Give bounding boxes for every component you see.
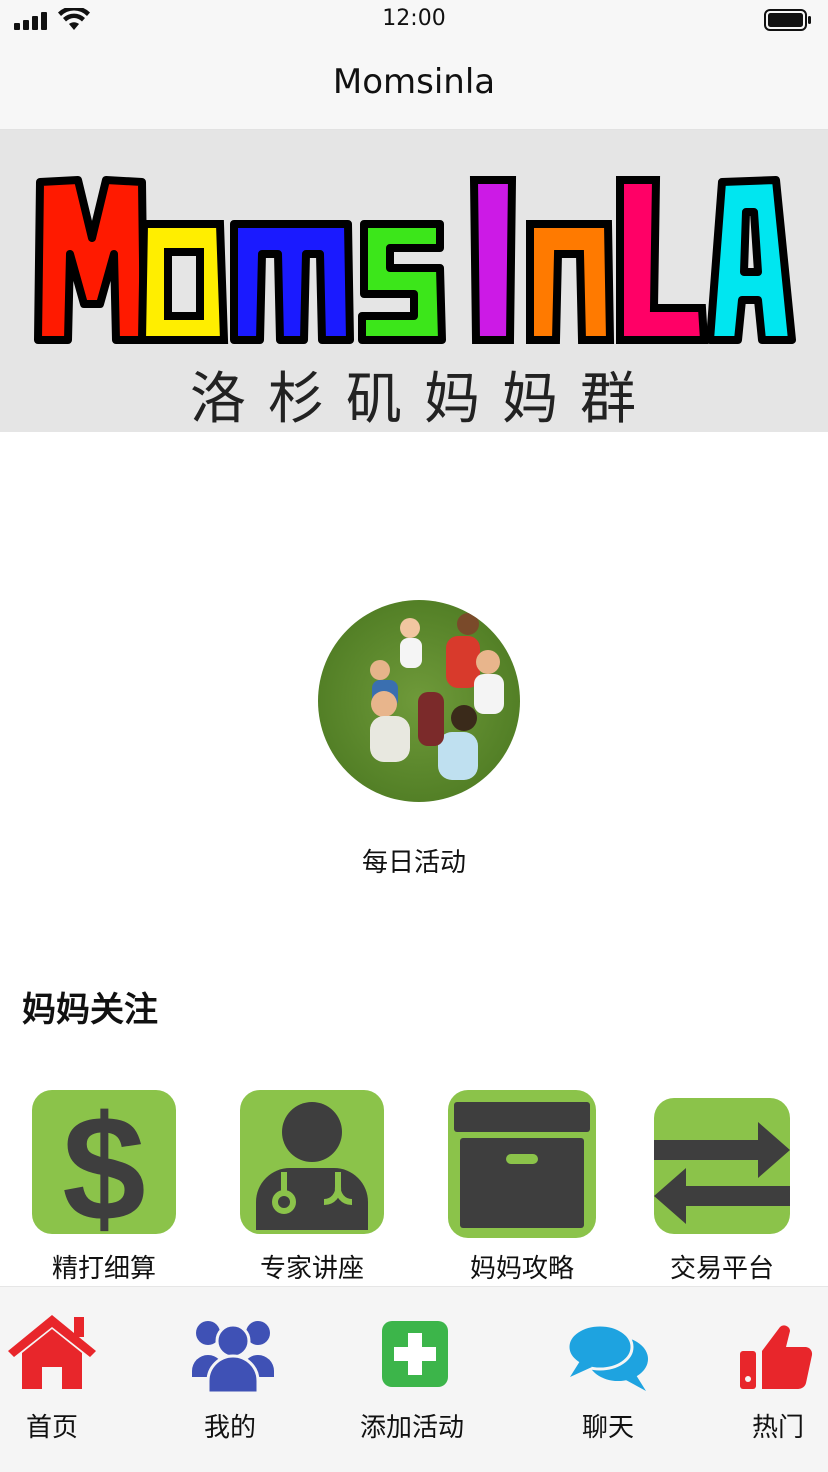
svg-text:$: $: [62, 1090, 145, 1234]
add-icon: [382, 1321, 448, 1387]
tab-add-activity[interactable]: 添加活动: [356, 1287, 476, 1472]
logo-letter-o: [137, 220, 229, 344]
chat-icon: [566, 1323, 648, 1391]
tab-label: 添加活动: [360, 1413, 465, 1443]
dollar-icon: $: [62, 1090, 145, 1234]
feature-mom-guide[interactable]: 妈妈攻略: [448, 1090, 608, 1290]
status-time: 12:00: [382, 6, 446, 31]
navigation-bar: Momsinla: [0, 40, 828, 130]
brand-logo: [34, 176, 796, 344]
feature-budget[interactable]: $ 精打细算: [32, 1090, 192, 1290]
logo-letter-a: [706, 176, 796, 344]
kids-on-grass-image: [318, 600, 520, 802]
feature-expert-lectures[interactable]: 专家讲座: [240, 1090, 400, 1290]
exchange-arrows-icon: [654, 1122, 790, 1224]
feature-label: 精打细算: [51, 1254, 156, 1284]
daily-activity-label[interactable]: 每日活动: [0, 842, 828, 879]
tab-label: 首页: [26, 1413, 79, 1443]
feature-label: 专家讲座: [259, 1254, 364, 1284]
tab-home[interactable]: 首页: [0, 1287, 110, 1472]
tab-chat[interactable]: 聊天: [560, 1287, 660, 1472]
feature-tile: $: [32, 1090, 176, 1234]
logo-letter-i: [469, 176, 517, 344]
banner[interactable]: 洛杉矶妈妈群: [0, 130, 828, 432]
tab-label: 我的: [204, 1413, 257, 1443]
logo-letter-l: [616, 176, 709, 344]
feature-tile: [240, 1090, 384, 1234]
battery-icon: [764, 9, 811, 31]
logo-letter-m: [34, 176, 148, 344]
feature-label: 交易平台: [669, 1254, 774, 1284]
daily-activity-photo[interactable]: [318, 600, 520, 802]
tab-mine[interactable]: 我的: [180, 1287, 290, 1472]
logo-letter-s: [358, 220, 446, 344]
tab-label: 聊天: [582, 1413, 635, 1443]
bottom-tab-bar: 首页 我的 添加活动 聊天 热门: [0, 1286, 828, 1472]
logo-letter-n: [526, 220, 615, 344]
banner-subtitle: 洛杉矶妈妈群: [190, 367, 658, 432]
thumbs-up-icon: [740, 1325, 813, 1390]
feature-tile: [654, 1098, 790, 1234]
feature-trading-platform[interactable]: 交易平台: [654, 1090, 814, 1290]
feature-label: 妈妈攻略: [469, 1254, 574, 1284]
archive-box-icon: [454, 1102, 590, 1228]
status-bar: 12:00: [0, 0, 828, 40]
tab-trending[interactable]: 热门: [736, 1287, 828, 1472]
people-icon: [192, 1321, 274, 1393]
feature-tile: [448, 1090, 596, 1238]
doctor-icon: [256, 1102, 368, 1230]
page-title: Momsinla: [332, 62, 496, 102]
home-icon: [8, 1315, 96, 1389]
section-title-mom-focus: 妈妈关注: [22, 990, 158, 1030]
logo-letter-m-lower: [230, 220, 354, 344]
tab-label: 热门: [752, 1413, 805, 1443]
